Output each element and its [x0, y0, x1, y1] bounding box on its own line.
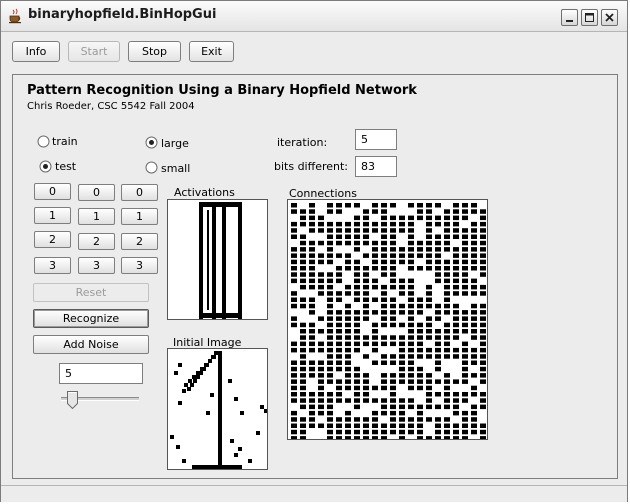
minimize-button[interactable]: [561, 9, 578, 26]
page-subtitle: Chris Roeder, CSC 5542 Fall 2004: [27, 101, 195, 112]
small-label: small: [161, 162, 191, 175]
exit-button[interactable]: Exit: [189, 41, 234, 62]
window-title: binaryhopfield.BinHopGui: [28, 7, 217, 22]
maximize-icon: [585, 13, 594, 22]
minimize-icon: [566, 20, 573, 22]
digit-3-button-3[interactable]: 3: [121, 257, 158, 274]
stop-button[interactable]: Stop: [128, 41, 181, 62]
digit-2-button-2[interactable]: 2: [78, 233, 115, 250]
page-title: Pattern Recognition Using a Binary Hopfi…: [27, 83, 417, 98]
add-noise-button[interactable]: Add Noise: [33, 335, 149, 354]
activations-display: [167, 199, 268, 320]
digit-3-button-2[interactable]: 3: [78, 257, 115, 274]
digit-3-button-1[interactable]: 3: [34, 257, 71, 274]
digit-1-button-3[interactable]: 1: [121, 208, 158, 225]
iteration-label: iteration:: [277, 136, 328, 149]
close-button[interactable]: [601, 9, 618, 26]
noise-amount-field[interactable]: 5: [59, 363, 143, 384]
digit-0-button-3[interactable]: 0: [121, 184, 158, 201]
digit-1-button-1[interactable]: 1: [34, 207, 71, 224]
java-cup-icon: [9, 8, 21, 24]
start-button[interactable]: Start: [68, 41, 120, 62]
reset-button[interactable]: Reset: [33, 283, 149, 302]
digit-2-button-1[interactable]: 2: [34, 231, 71, 248]
large-radio[interactable]: [145, 136, 158, 149]
bits-different-label: bits different:: [274, 160, 349, 173]
digit-2-button-3[interactable]: 2: [121, 233, 158, 250]
train-label: train: [52, 135, 78, 148]
connections-display: [287, 199, 488, 440]
digit-0-button-2[interactable]: 0: [78, 184, 115, 201]
train-radio[interactable]: [37, 135, 50, 148]
initial-image-display: [167, 348, 268, 470]
activations-bitmap: [199, 202, 242, 319]
test-label: test: [55, 160, 77, 173]
digit-1-button-2[interactable]: 1: [78, 208, 115, 225]
maximize-button[interactable]: [581, 9, 598, 26]
large-label: large: [161, 137, 189, 150]
digit-0-button-1[interactable]: 0: [34, 183, 71, 200]
title-bar: binaryhopfield.BinHopGui: [1, 1, 627, 32]
connections-matrix: [291, 203, 486, 439]
info-button[interactable]: Info: [12, 41, 60, 62]
initial-image-bitmap: [170, 351, 267, 469]
noise-slider-thumb[interactable]: [67, 391, 78, 409]
close-icon: [605, 13, 614, 22]
status-bar: [1, 485, 627, 502]
recognize-button[interactable]: Recognize: [33, 309, 149, 328]
small-radio[interactable]: [145, 161, 158, 174]
app-window: binaryhopfield.BinHopGui Info Start Stop…: [0, 0, 628, 502]
test-radio[interactable]: [39, 160, 52, 173]
activations-label: Activations: [174, 186, 235, 199]
iteration-field[interactable]: 5: [355, 129, 397, 150]
bits-different-field[interactable]: 83: [355, 156, 397, 177]
